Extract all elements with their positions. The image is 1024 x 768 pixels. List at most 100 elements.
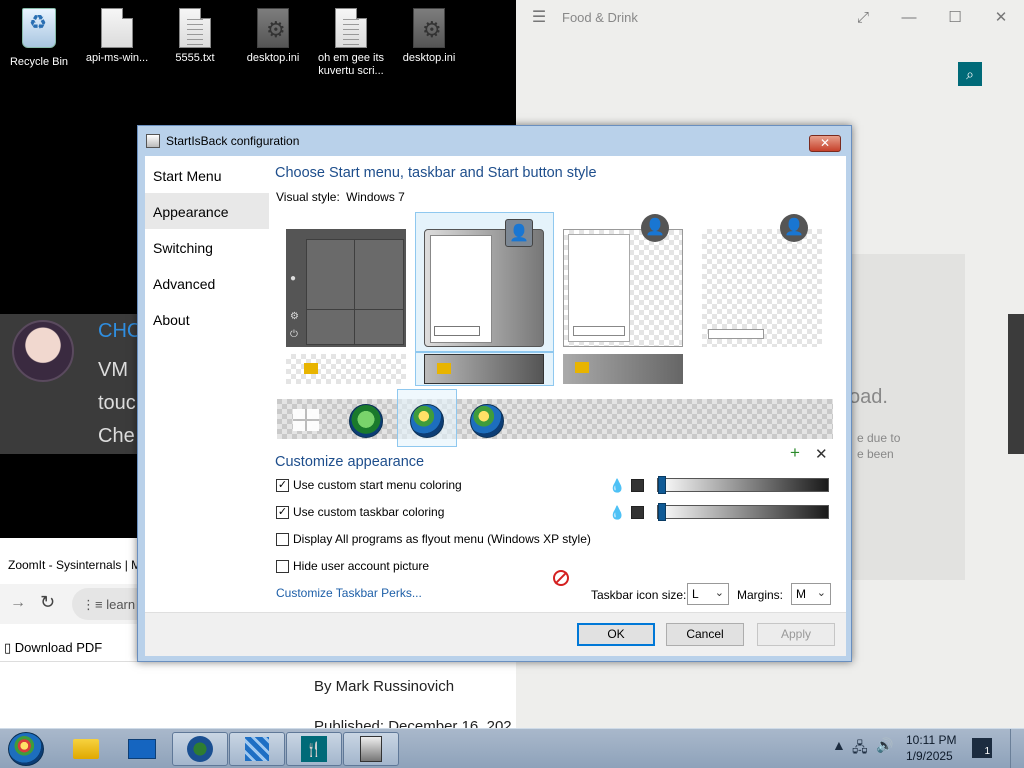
dialog-close-button[interactable]: ✕ [809, 135, 841, 152]
start-menu-color-slider[interactable] [657, 476, 829, 494]
desktop-icon-label: api-ms-win... [85, 52, 149, 64]
taskbar-thumb-classic[interactable] [563, 354, 683, 384]
select-value: M [796, 587, 806, 601]
slider-thumb[interactable] [658, 476, 666, 494]
startisback-app-icon[interactable] [343, 732, 399, 766]
action-center-icon[interactable]: 1 [972, 738, 992, 758]
folder-icon [304, 363, 318, 374]
ok-button[interactable]: OK [577, 623, 655, 646]
prohibited-icon [553, 570, 569, 586]
folder-icon [575, 362, 589, 373]
apply-button[interactable]: Apply [757, 623, 835, 646]
option-custom-start-menu-coloring[interactable]: ✓ Use custom start menu coloring [276, 478, 462, 492]
folder-icon [437, 363, 451, 374]
desktop-icon-label: desktop.ini [402, 52, 456, 64]
dialog-titlebar: StartIsBack configuration [138, 126, 851, 156]
hamburger-menu-icon[interactable]: ☰ [516, 7, 562, 27]
avatar [12, 320, 74, 382]
option-hide-user-picture[interactable]: Hide user account picture [276, 559, 429, 573]
notification-toast[interactable]: CHC VM touc Che [0, 314, 141, 454]
clover-orb-icon[interactable] [349, 404, 383, 438]
option-label: Use custom taskbar coloring [293, 505, 445, 519]
option-flyout-all-programs[interactable]: Display All programs as flyout menu (Win… [276, 532, 591, 546]
mail-icon[interactable] [114, 732, 170, 766]
desktop-icon-kuvertu-script[interactable]: oh em gee its kuvertu scri... [312, 8, 390, 78]
user-picture-icon: 👤 [780, 214, 808, 242]
file-explorer-icon[interactable] [58, 732, 114, 766]
food-drink-detail: e due to e been [857, 431, 901, 461]
taskbar-icon-size-select[interactable]: L ⌄ [687, 583, 729, 605]
maximize-button[interactable]: ☐ [932, 8, 978, 26]
dialog-footer: OK Cancel Apply [145, 612, 846, 656]
nav-switching[interactable]: Switching [145, 229, 269, 265]
margins-label: Margins: [737, 588, 784, 602]
nav-start-menu[interactable]: Start Menu [145, 157, 269, 193]
style-thumb-classic[interactable] [563, 229, 683, 347]
taskbar-thumb-windows10[interactable] [286, 354, 406, 384]
browser-tab[interactable]: ZoomIt - Sysinternals | M [0, 552, 138, 578]
browser-app-icon[interactable] [172, 732, 228, 766]
clock[interactable]: 10:11 PM 1/9/2025 [906, 732, 956, 764]
expand-icon[interactable]: ⤢ [840, 9, 886, 26]
desktop-icon-recycle-bin[interactable]: Recycle Bin [0, 8, 78, 69]
search-box [708, 329, 764, 339]
nav-advanced[interactable]: Advanced [145, 265, 269, 301]
style-thumb-windows10[interactable]: ⏻ ⚙ ● [286, 229, 406, 347]
desktop-icon-desktop-ini-1[interactable]: desktop.ini [234, 8, 312, 65]
network-icon[interactable]: 🖧 [852, 737, 868, 761]
notification-count: 1 [984, 746, 990, 757]
reload-icon[interactable]: ↻ [40, 592, 55, 613]
taskbar-thumb-windows7[interactable] [424, 354, 544, 384]
remove-icon[interactable]: ✕ [815, 445, 828, 463]
food-drink-title: Food & Drink [562, 9, 638, 25]
settings-icon: ⚙ [290, 311, 299, 322]
option-label: Use custom start menu coloring [293, 478, 462, 492]
gear-file-icon [413, 8, 445, 48]
nav-appearance[interactable]: Appearance [145, 193, 269, 229]
download-pdf-button[interactable]: ▯ Download PDF [0, 634, 138, 662]
taskbar-color-slider[interactable] [657, 503, 829, 521]
start-button[interactable] [8, 732, 44, 766]
visual-style-value: Windows 7 [346, 190, 405, 204]
windows10-logo-icon[interactable] [293, 409, 319, 431]
checkbox-checked[interactable]: ✓ [276, 478, 289, 492]
user-picture-icon: 👤 [641, 214, 669, 242]
option-custom-taskbar-coloring[interactable]: ✓ Use custom taskbar coloring [276, 505, 444, 519]
nav-about[interactable]: About [145, 301, 269, 337]
margins-select[interactable]: M ⌄ [791, 583, 831, 605]
close-button[interactable]: ✕ [978, 8, 1024, 26]
checkbox-unchecked[interactable] [276, 559, 289, 573]
show-hidden-icons[interactable]: ▲ [832, 737, 846, 753]
food-drink-titlebar: ☰ Food & Drink ⤢ — ☐ ✕ [516, 0, 1024, 34]
checkbox-unchecked[interactable] [276, 532, 289, 546]
style-thumb-plain[interactable] [702, 229, 822, 347]
windows7-orb-alt-icon[interactable] [470, 404, 504, 438]
search-box [434, 326, 480, 336]
text-file-icon [335, 8, 367, 48]
desktop-icon-label: 5555.txt [175, 52, 215, 64]
sysinternals-app-icon[interactable] [229, 732, 285, 766]
windows7-orb-icon[interactable] [410, 404, 444, 438]
food-drink-message: oad. [849, 386, 888, 408]
food-drink-app-icon[interactable]: 🍴 [286, 732, 342, 766]
desktop-icon-label: Recycle Bin [9, 56, 69, 68]
search-icon[interactable]: ⌕ [958, 62, 982, 86]
taskbar-color-swatch[interactable] [631, 506, 644, 519]
visual-style-label: Visual style: Windows 7 [276, 190, 405, 204]
slider-thumb[interactable] [658, 503, 666, 521]
back-arrow-icon[interactable]: → [10, 594, 26, 612]
show-desktop-button[interactable] [1010, 729, 1024, 768]
start-menu-color-swatch[interactable] [631, 479, 644, 492]
add-icon[interactable]: + [790, 443, 800, 463]
minimize-button[interactable]: — [886, 9, 932, 26]
volume-icon[interactable]: 🔊 [876, 737, 893, 754]
desktop-icon-desktop-ini-2[interactable]: desktop.ini [390, 8, 468, 65]
cancel-button[interactable]: Cancel [666, 623, 744, 646]
checkbox-checked[interactable]: ✓ [276, 505, 289, 519]
desktop-icon-5555-txt[interactable]: 5555.txt [156, 8, 234, 65]
customize-taskbar-perks-link[interactable]: Customize Taskbar Perks... [276, 586, 422, 600]
browser-toolbar: → ↻ ⋮≡ learn [0, 584, 152, 624]
desktop-icon-api-ms-win[interactable]: api-ms-win... [78, 8, 156, 65]
desktop-icon-label: oh em gee its kuvertu scri... [317, 52, 385, 77]
tile-grid-lines [306, 309, 404, 310]
